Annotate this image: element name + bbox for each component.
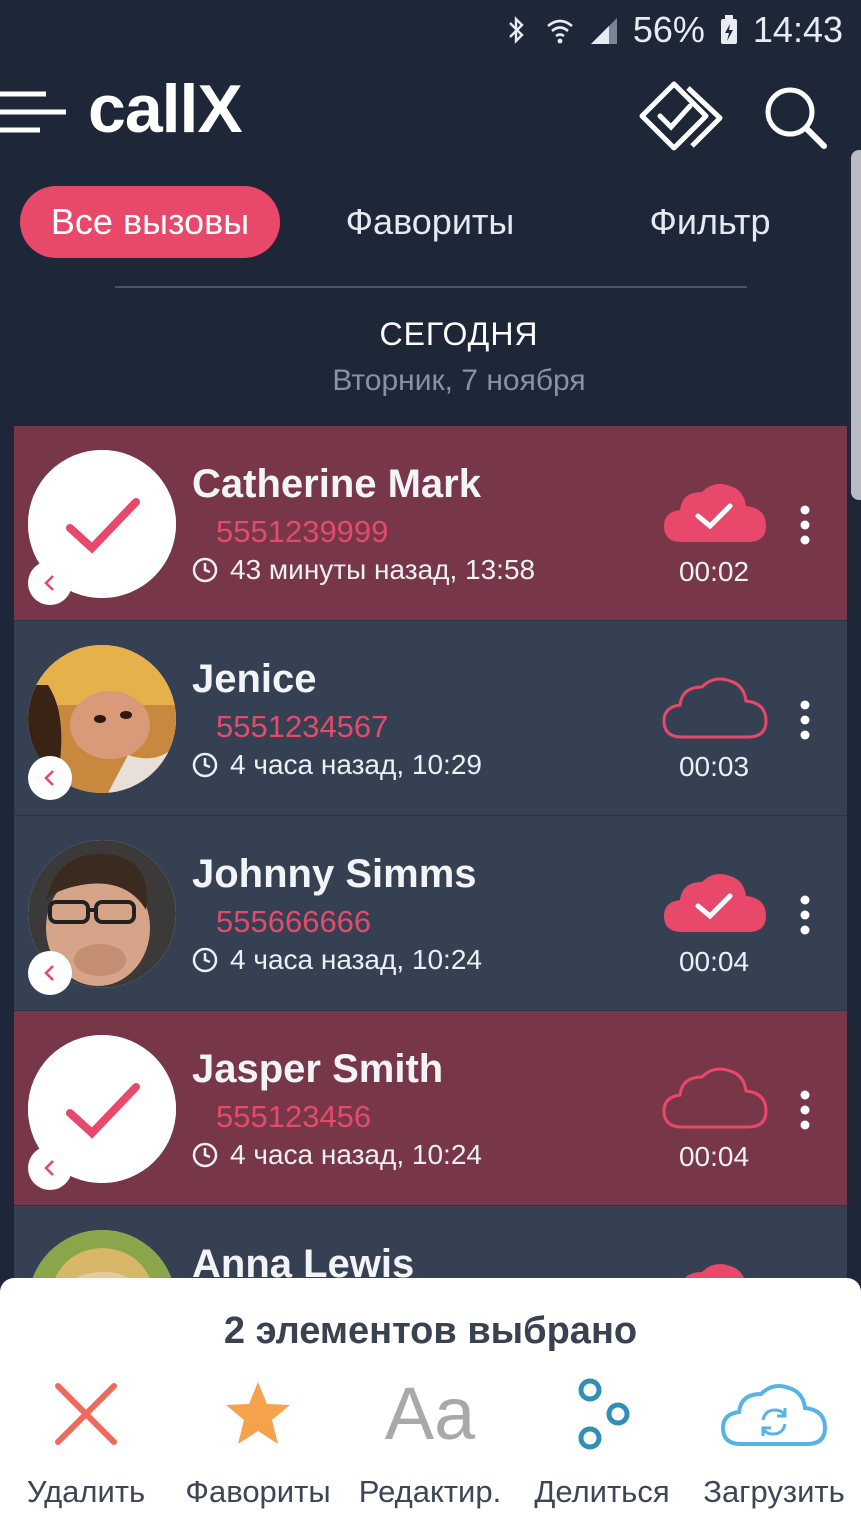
clock-icon: [192, 1142, 218, 1168]
call-row[interactable]: Johnny Simms 555666666 4 часа назад, 10:…: [14, 816, 847, 1011]
tab-favorites[interactable]: Фавориты: [320, 186, 540, 258]
chevron-left-icon: [44, 575, 54, 591]
call-duration: 00:03: [678, 751, 750, 782]
bluetooth-icon: [508, 16, 524, 44]
upload-button[interactable]: Загрузить: [688, 1378, 860, 1518]
phone-number: 555123456: [216, 1099, 372, 1134]
selection-action-panel: 2 элементов выбрано Удалить Фавориты Aa …: [0, 1278, 861, 1530]
call-row[interactable]: Jasper Smith 555123456 4 часа назад, 10:…: [14, 1011, 847, 1206]
phone-number: 5551234567: [216, 709, 389, 744]
edit-button[interactable]: Aa Редактир.: [344, 1372, 516, 1518]
favorite-button[interactable]: Фавориты: [172, 1378, 344, 1518]
app-title: callX: [88, 71, 243, 147]
tab-bar: Все вызовы Фавориты Фильтр: [0, 186, 861, 258]
clock-icon: [192, 557, 218, 583]
more-vert-icon[interactable]: [798, 504, 812, 546]
incoming-call-badge: [28, 561, 72, 605]
call-time: 4 часа назад, 10:29: [230, 749, 482, 780]
battery-percent: 56%: [632, 9, 705, 50]
call-duration: 00:04: [678, 946, 750, 977]
share-button[interactable]: Делиться: [516, 1378, 688, 1518]
clock-time: 14:43: [752, 9, 843, 50]
contact-name: Jasper Smith: [192, 1047, 444, 1091]
call-row[interactable]: Jenice 5551234567 4 часа назад, 10:29 00…: [14, 621, 847, 816]
upload-label: Загрузить: [703, 1474, 845, 1509]
clock-icon: [192, 947, 218, 973]
more-vert-icon[interactable]: [798, 699, 812, 741]
clock-icon: [192, 752, 218, 778]
star-icon: [226, 1382, 290, 1444]
contact-name: Jenice: [192, 657, 317, 701]
incoming-call-badge: [28, 1146, 72, 1190]
search-icon[interactable]: [762, 84, 828, 150]
tab-all-calls[interactable]: Все вызовы: [20, 186, 280, 258]
selection-count: 2 элементов выбрано: [223, 1310, 638, 1352]
cloud-not-uploaded-icon[interactable]: [660, 1061, 770, 1133]
more-vert-icon[interactable]: [798, 1089, 812, 1131]
signal-icon: [590, 18, 617, 44]
date-subheading: Вторник, 7 ноября: [332, 364, 586, 397]
more-vert-icon[interactable]: [798, 894, 812, 936]
contact-name: Johnny Simms: [192, 852, 477, 896]
delete-button[interactable]: Удалить: [0, 1378, 172, 1518]
close-icon: [55, 1383, 117, 1445]
incoming-call-badge: [28, 951, 72, 995]
tab-filter[interactable]: Фильтр: [610, 186, 810, 258]
battery-icon: [720, 15, 737, 44]
call-row[interactable]: Catherine Mark 5551239999 43 минуты наза…: [14, 426, 847, 621]
status-bar: 56% 14:43: [0, 0, 861, 60]
call-time: 4 часа назад, 10:24: [230, 944, 482, 975]
call-time: 43 минуты назад, 13:58: [230, 554, 536, 585]
cloud-sync-icon: [720, 1384, 828, 1446]
incoming-call-badge: [28, 756, 72, 800]
chevron-left-icon: [44, 1160, 54, 1176]
cloud-not-uploaded-icon[interactable]: [660, 671, 770, 743]
tabs-divider: [115, 286, 747, 288]
cloud-uploaded-icon[interactable]: [660, 866, 770, 938]
chevron-left-icon: [44, 965, 54, 981]
contact-name: Catherine Mark: [192, 462, 481, 506]
call-time: 4 часа назад, 10:24: [230, 1139, 482, 1170]
date-heading: СЕГОДНЯ: [379, 316, 539, 352]
menu-icon[interactable]: [0, 88, 70, 138]
select-all-icon[interactable]: [636, 78, 726, 154]
phone-number: 5551239999: [216, 514, 389, 549]
call-list: Catherine Mark 5551239999 43 минуты наза…: [14, 426, 847, 1401]
text-edit-icon: Aa: [384, 1372, 476, 1455]
chevron-left-icon: [44, 770, 54, 786]
phone-number: 555666666: [216, 904, 372, 939]
share-icon: [578, 1378, 630, 1450]
wifi-icon: [547, 19, 573, 44]
call-duration: 00:02: [678, 556, 750, 587]
cloud-uploaded-icon[interactable]: [660, 476, 770, 548]
app-bar: callX: [0, 60, 861, 170]
call-duration: 00:04: [678, 1141, 750, 1172]
